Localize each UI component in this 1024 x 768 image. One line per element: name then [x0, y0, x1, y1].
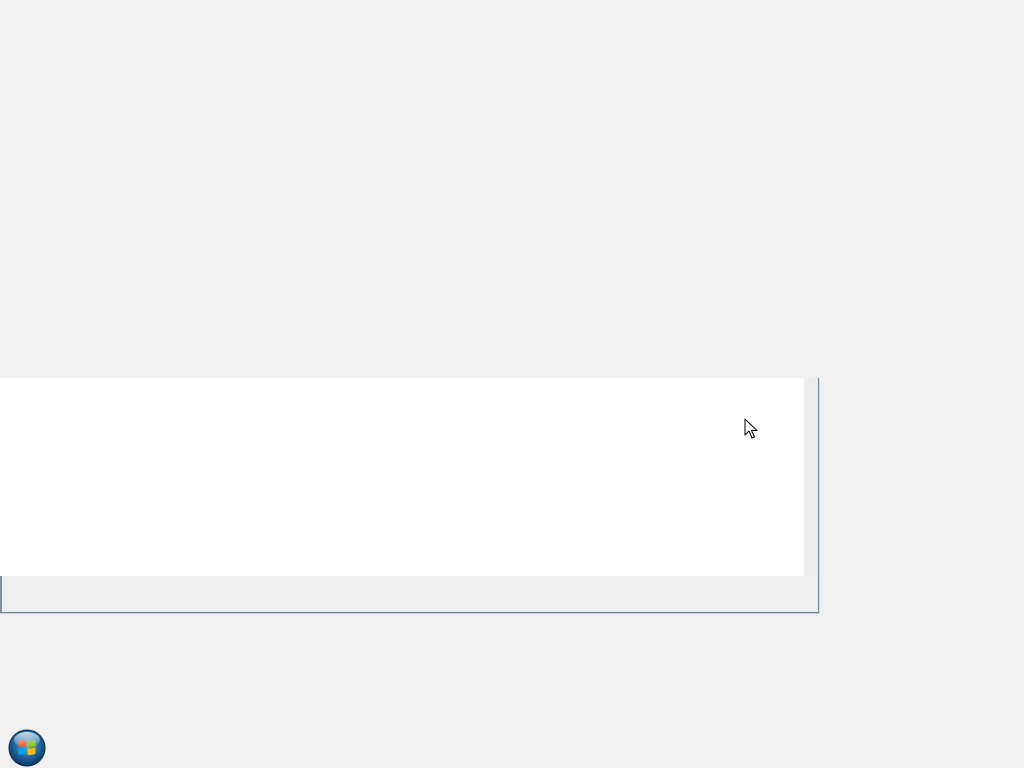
windows-start-orb-icon	[8, 729, 46, 767]
desktop	[0, 0, 1024, 768]
application-window[interactable]	[0, 378, 819, 613]
arrow-cursor-icon	[744, 418, 760, 440]
status-bar	[2, 576, 817, 612]
start-button[interactable]	[8, 729, 46, 767]
window-content-area[interactable]	[0, 378, 804, 576]
